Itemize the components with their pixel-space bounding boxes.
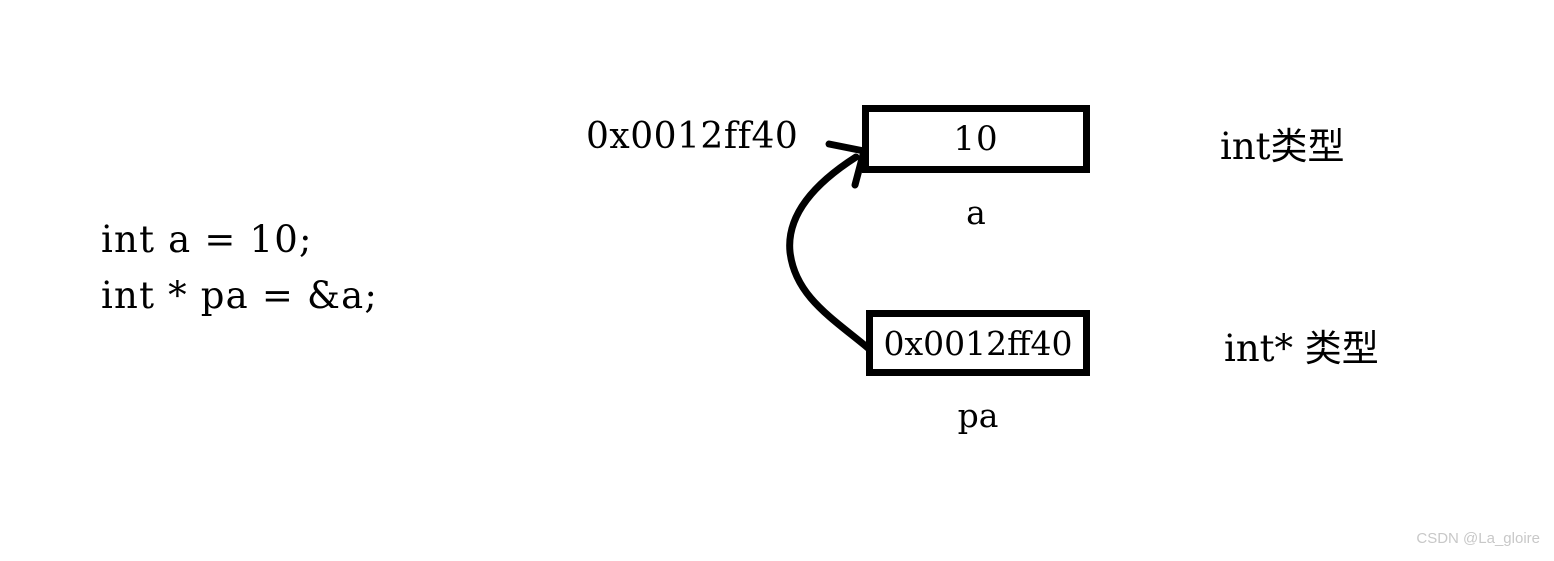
memory-box-a-name-label: a	[966, 193, 986, 232]
diagram-canvas: int a = 10; int * pa = &a; 0x0012ff40 10…	[0, 0, 1554, 561]
code-line-declaration-pa: int * pa = &a;	[101, 274, 379, 317]
watermark-text: CSDN @La_gloire	[1416, 530, 1540, 547]
address-annotation-label: 0x0012ff40	[586, 116, 799, 157]
code-snippet: int a = 10; int * pa = &a;	[101, 212, 521, 324]
code-line-declaration-a: int a = 10;	[101, 218, 313, 261]
memory-box-a: 10	[862, 105, 1090, 173]
pointer-arrow-head	[825, 140, 868, 189]
type-label-int-pointer: int* 类型	[1224, 327, 1379, 370]
memory-box-a-value: 10	[953, 119, 999, 159]
pointer-arrow-curve	[786, 153, 872, 352]
type-label-int: int类型	[1220, 125, 1345, 168]
memory-box-pa-value: 0x0012ff40	[883, 323, 1073, 363]
memory-box-pa-name-label: pa	[957, 396, 999, 435]
memory-box-pa: 0x0012ff40	[866, 310, 1090, 376]
